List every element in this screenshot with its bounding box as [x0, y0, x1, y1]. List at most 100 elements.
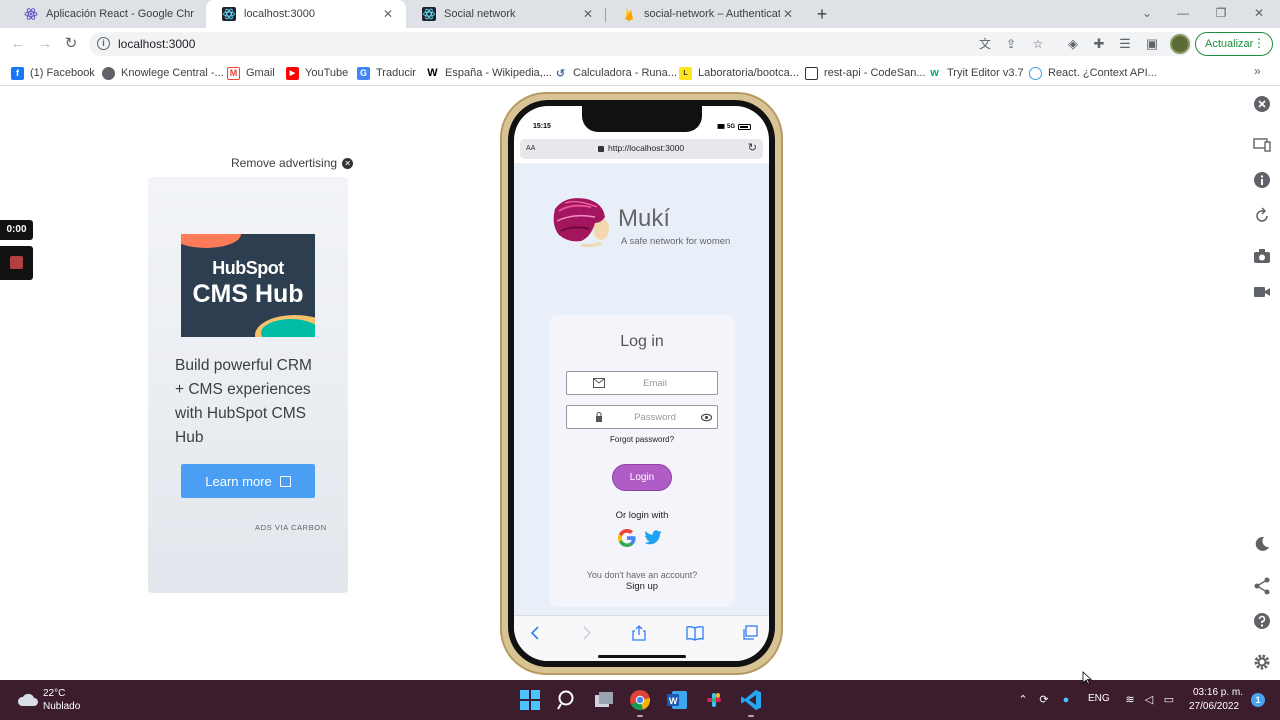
vscode-icon[interactable]	[740, 689, 762, 711]
bookmark-wikipedia[interactable]: W España - Wikipedia,...	[426, 64, 552, 82]
learn-more-button[interactable]: Learn more	[181, 464, 315, 498]
tab-strip: Aplicación React - Google Chrom localhos…	[0, 0, 1280, 28]
bookmark-star-icon[interactable]: ☆	[1030, 37, 1046, 51]
battery-icon[interactable]: ▭	[1161, 692, 1177, 708]
phone-share-icon[interactable]	[630, 625, 648, 641]
profile-avatar[interactable]	[1170, 34, 1190, 54]
volume-icon[interactable]: ◁	[1141, 692, 1157, 708]
input-language[interactable]: ENG	[1088, 693, 1110, 704]
bookmarks-overflow-icon[interactable]: »	[1254, 64, 1261, 78]
video-icon[interactable]	[1252, 282, 1272, 302]
back-button[interactable]: ←	[8, 34, 28, 54]
wifi-icon[interactable]: ≋	[1122, 692, 1138, 708]
slack-icon[interactable]	[703, 689, 725, 711]
share-icon[interactable]	[1252, 576, 1272, 596]
settings-icon[interactable]	[1252, 652, 1272, 672]
extension-icon[interactable]: ◈	[1065, 36, 1081, 52]
weather-description[interactable]: Nublado	[43, 701, 80, 712]
close-tab-icon[interactable]: ✕	[380, 6, 396, 22]
address-bar[interactable]: i localhost:3000 文 ⇪ ☆	[89, 32, 1192, 56]
puzzle-icon[interactable]: ✚	[1091, 36, 1107, 52]
weather-temperature[interactable]: 22°C	[43, 688, 65, 699]
bookmark-laboratoria[interactable]: L Laboratoria/bootca...	[679, 64, 799, 82]
update-button[interactable]: Actualizar ⋮	[1195, 32, 1273, 56]
close-window-button[interactable]: ✕	[1244, 4, 1274, 22]
google-icon[interactable]	[617, 528, 637, 548]
search-icon[interactable]	[556, 689, 578, 711]
bookmark-calculadora[interactable]: ↺ Calculadora - Runa...	[554, 64, 677, 82]
dark-mode-icon[interactable]	[1252, 534, 1272, 554]
bookmark-react-context[interactable]: React. ¿Context API...	[1029, 64, 1157, 82]
password-input[interactable]	[615, 410, 695, 425]
ads-via-carbon[interactable]: ADS VIA CARBON	[255, 523, 327, 532]
tab-localhost[interactable]: localhost:3000 ✕	[206, 0, 406, 28]
ad-card[interactable]: HubSpot CMS Hub Build powerful CRM + CMS…	[148, 177, 348, 593]
notification-badge[interactable]: 1	[1251, 693, 1265, 707]
phone-reload-icon[interactable]: ↻	[748, 141, 757, 154]
reload-button[interactable]: ↻	[61, 34, 81, 54]
stop-recording-button[interactable]	[0, 246, 33, 280]
bookmark-rest-api[interactable]: rest-api - CodeSan...	[805, 64, 926, 82]
tab-react-app[interactable]: Aplicación React - Google Chrom	[8, 0, 204, 28]
show-hidden-icons-icon[interactable]: ⌃	[1015, 692, 1031, 708]
bookmark-facebook[interactable]: f (1) Facebook	[11, 64, 95, 82]
tab-social-network[interactable]: Social network ✕	[406, 0, 606, 28]
phone-back-icon[interactable]	[527, 625, 545, 641]
task-view-icon[interactable]	[593, 689, 615, 711]
forgot-password-link[interactable]: Forgot password?	[549, 435, 735, 444]
devices-icon[interactable]	[1252, 134, 1272, 154]
bookmark-knowlege-central[interactable]: Knowlege Central -...	[102, 64, 224, 82]
site-info-icon[interactable]: i	[97, 37, 110, 50]
bookmark-tryit-editor[interactable]: w Tryit Editor v3.7	[928, 64, 1024, 82]
close-tab-icon[interactable]: ✕	[580, 6, 596, 22]
bookmark-youtube[interactable]: ▶ YouTube	[286, 64, 348, 82]
email-field[interactable]	[566, 371, 718, 395]
taskbar-date[interactable]: 27/06/2022	[1189, 701, 1239, 712]
eye-icon[interactable]	[701, 412, 712, 423]
info-icon[interactable]	[1252, 170, 1272, 190]
rotate-icon[interactable]	[1252, 206, 1272, 226]
phone-tabs-icon[interactable]	[741, 625, 759, 641]
restore-button[interactable]: ❐	[1206, 4, 1236, 22]
sync-icon[interactable]: ⟳	[1036, 692, 1052, 708]
word-icon[interactable]: W	[666, 689, 688, 711]
email-input[interactable]	[615, 376, 695, 391]
bookmark-label: Traducir	[376, 67, 416, 79]
forward-button[interactable]: →	[35, 34, 55, 54]
address-url[interactable]: localhost:3000	[118, 37, 195, 51]
home-indicator	[598, 655, 686, 658]
bookmark-label: YouTube	[305, 67, 349, 79]
password-field[interactable]	[566, 405, 718, 429]
text-size-button[interactable]: AA	[526, 145, 535, 152]
translate-icon[interactable]: 文	[977, 37, 993, 51]
phone-bookmarks-icon[interactable]	[686, 625, 704, 641]
minimize-button[interactable]: —	[1168, 4, 1198, 22]
twitter-icon[interactable]	[644, 530, 662, 546]
remove-advertising-link[interactable]: Remove advertising ✕	[231, 156, 354, 170]
reading-list-icon[interactable]: ☰	[1117, 36, 1133, 52]
phone-address-bar[interactable]: AA http://localhost:3000 ↻	[520, 139, 763, 159]
phone-url[interactable]: http://localhost:3000	[598, 143, 684, 153]
camera-icon[interactable]	[1252, 246, 1272, 266]
chrome-icon[interactable]	[629, 689, 651, 711]
close-preview-icon[interactable]	[1252, 94, 1272, 114]
bookmark-label: rest-api - CodeSan...	[824, 67, 926, 79]
taskbar-clock[interactable]: 03:16 p. m.	[1193, 687, 1243, 698]
bookmark-label: Laboratoria/bootca...	[698, 67, 799, 79]
side-panel-icon[interactable]: ▣	[1144, 36, 1160, 52]
laboratoria-icon: L	[679, 66, 692, 80]
microphone-icon[interactable]: ●	[1058, 692, 1074, 708]
phone-forward-icon[interactable]	[577, 625, 595, 641]
signup-link[interactable]: Sign up	[549, 581, 735, 592]
bookmark-gmail[interactable]: M Gmail	[227, 64, 275, 82]
login-button[interactable]: Login	[612, 464, 672, 491]
share-icon[interactable]: ⇪	[1003, 37, 1019, 51]
ad-image[interactable]: HubSpot CMS Hub	[181, 234, 315, 337]
help-icon[interactable]	[1252, 611, 1272, 631]
windows-start-icon[interactable]	[519, 689, 541, 711]
tab-firebase-auth[interactable]: social-network – Authentication - ✕	[606, 0, 806, 28]
new-tab-button[interactable]: +	[812, 4, 832, 24]
bookmark-traducir[interactable]: G Traducir	[357, 64, 416, 82]
close-tab-icon[interactable]: ✕	[780, 6, 796, 22]
tab-search-icon[interactable]: ⌄	[1132, 4, 1162, 22]
